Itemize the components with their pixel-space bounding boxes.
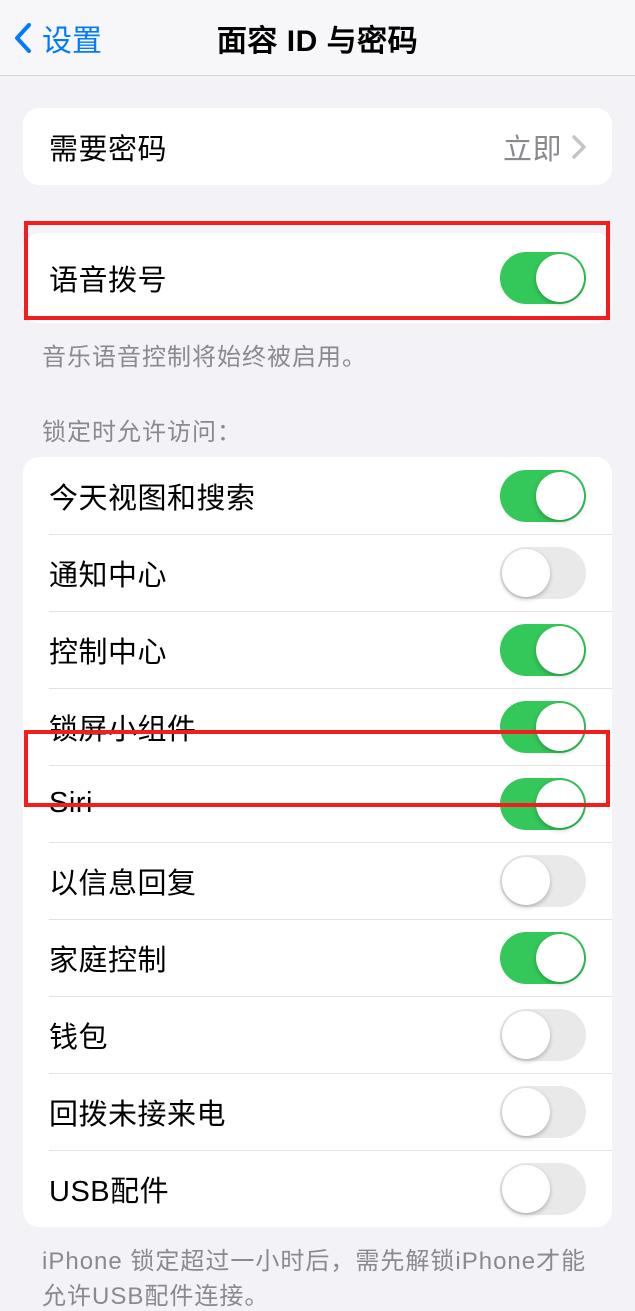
toggle-knob [536, 703, 584, 751]
lock-access-row-wallet: 钱包 [23, 996, 612, 1073]
require-passcode-group: 需要密码 立即 [23, 108, 612, 185]
require-passcode-row[interactable]: 需要密码 立即 [23, 108, 612, 185]
lock-access-toggle-lock-widgets[interactable] [500, 701, 586, 753]
lock-access-label: 以信息回复 [49, 860, 197, 902]
chevron-right-icon [572, 135, 586, 159]
lock-access-row-return-missed: 回拨未接来电 [23, 1073, 612, 1150]
toggle-knob [502, 1165, 550, 1213]
lock-access-label: 今天视图和搜索 [49, 475, 256, 517]
lock-access-toggle-siri[interactable] [500, 778, 586, 830]
lock-access-row-today-view: 今天视图和搜索 [23, 457, 612, 534]
lock-access-toggle-wallet[interactable] [500, 1009, 586, 1061]
lock-access-label: 家庭控制 [49, 937, 167, 979]
back-button[interactable]: 设置 [0, 16, 102, 60]
lock-access-label: 回拨未接来电 [49, 1091, 226, 1133]
toggle-knob [502, 857, 550, 905]
lock-access-row-control-center: 控制中心 [23, 611, 612, 688]
lock-access-label: 通知中心 [49, 552, 167, 594]
lock-access-label: 钱包 [49, 1014, 108, 1056]
voice-dial-footer: 音乐语音控制将始终被启用。 [42, 337, 593, 372]
lock-access-footer: iPhone 锁定超过一小时后，需先解锁iPhone才能允许USB配件连接。 [42, 1241, 593, 1311]
toggle-knob [536, 254, 584, 302]
lock-access-row-siri: Siri [23, 765, 612, 842]
lock-access-toggle-usb-accessories[interactable] [500, 1163, 586, 1215]
toggle-knob [536, 472, 584, 520]
lock-access-group: 今天视图和搜索通知中心控制中心锁屏小组件 Siri 以信息回复家庭控制钱包回拨未接来… [23, 457, 612, 1227]
toggle-knob [536, 934, 584, 982]
voice-dial-group: 语音拨号 [23, 233, 612, 323]
voice-dial-label: 语音拨号 [49, 257, 167, 299]
lock-access-row-lock-widgets: 锁屏小组件 [23, 688, 612, 765]
page-title: 面容 ID 与密码 [217, 16, 418, 60]
lock-access-toggle-reply-message[interactable] [500, 855, 586, 907]
lock-access-header: 锁定时允许访问： [42, 412, 593, 447]
lock-access-label: 控制中心 [49, 629, 167, 671]
lock-access-toggle-return-missed[interactable] [500, 1086, 586, 1138]
voice-dial-toggle[interactable] [500, 252, 586, 304]
lock-access-toggle-notification-center[interactable] [500, 547, 586, 599]
lock-access-row-usb-accessories: USB配件 [23, 1150, 612, 1227]
require-passcode-value: 立即 [503, 126, 562, 168]
toggle-knob [502, 1011, 550, 1059]
lock-access-row-reply-message: 以信息回复 [23, 842, 612, 919]
toggle-knob [502, 549, 550, 597]
toggle-knob [536, 626, 584, 674]
voice-dial-row: 语音拨号 [23, 233, 612, 323]
lock-access-row-home-control: 家庭控制 [23, 919, 612, 996]
require-passcode-label: 需要密码 [49, 126, 167, 168]
content: 需要密码 立即 语音拨号 音乐语音控制将始终被启用。 锁定时允许访问： 今天视图… [0, 108, 635, 1311]
require-passcode-value-wrap: 立即 [503, 126, 586, 168]
lock-access-label: USB配件 [49, 1168, 169, 1210]
lock-access-toggle-control-center[interactable] [500, 624, 586, 676]
lock-access-toggle-today-view[interactable] [500, 470, 586, 522]
toggle-knob [502, 1088, 550, 1136]
lock-access-label: Siri [49, 787, 93, 820]
nav-header: 设置 面容 ID 与密码 [0, 0, 635, 76]
toggle-knob [536, 780, 584, 828]
back-label: 设置 [42, 16, 102, 60]
chevron-left-icon [14, 23, 32, 53]
lock-access-toggle-home-control[interactable] [500, 932, 586, 984]
lock-access-row-notification-center: 通知中心 [23, 534, 612, 611]
lock-access-label: 锁屏小组件 [49, 706, 197, 748]
